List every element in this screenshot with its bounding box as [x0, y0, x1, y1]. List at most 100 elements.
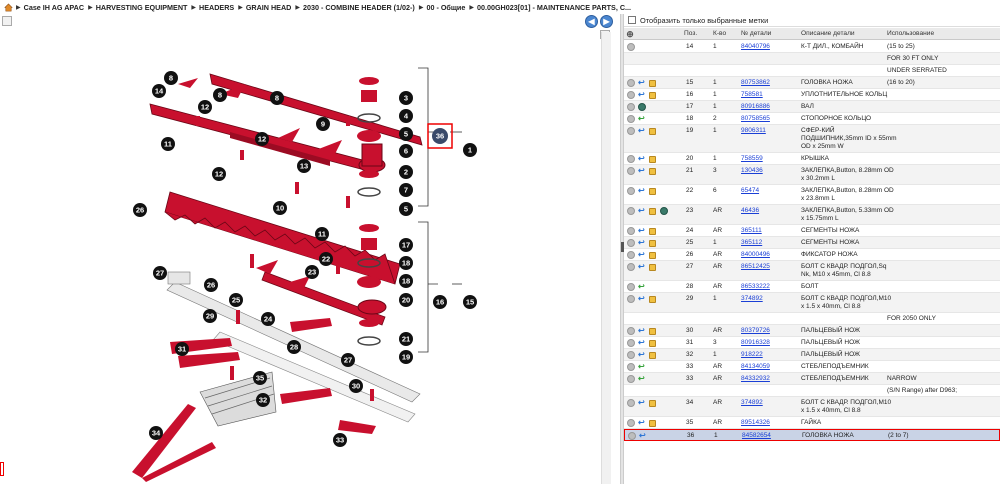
return-arrow-icon[interactable]: ↩ [638, 351, 646, 359]
package-icon[interactable] [649, 91, 656, 99]
callout-26[interactable]: 26 [204, 278, 218, 292]
info-circle-icon[interactable] [627, 263, 635, 271]
part-number-link[interactable]: 89514326 [741, 419, 770, 427]
table-row[interactable]: ↩ 28 AR 86533222 БОЛТ [624, 281, 1000, 293]
callout-3[interactable]: 3 [399, 91, 413, 105]
info-circle-icon[interactable] [627, 339, 635, 347]
breadcrumb-item[interactable]: GRAIN HEAD [246, 3, 292, 12]
table-row[interactable]: (S/N Range) after D963; [624, 385, 1000, 397]
callout-4[interactable]: 4 [399, 109, 413, 123]
return-arrow-icon[interactable]: ↩ [638, 263, 646, 271]
table-row[interactable]: ↩ 24 AR 365111 СЕГМЕНТЫ НОЖА [624, 225, 1000, 237]
callout-layer[interactable]: 1234556788 891011111212121314151617181819… [133, 71, 477, 447]
package-icon[interactable] [649, 207, 656, 215]
info-circle-icon[interactable] [627, 419, 635, 427]
table-row[interactable]: ↩ 33 AR 84332932 СТЕБЛЕПОДЪЕМНИК NARROW [624, 373, 1000, 385]
info-circle-icon[interactable] [627, 155, 635, 163]
callout-10[interactable]: 10 [273, 201, 287, 215]
package-icon[interactable] [649, 227, 656, 235]
add-icon[interactable]: ⊕ [626, 30, 634, 39]
table-row[interactable]: ↩ 18 2 80758565 СТОПОРНОЕ КОЛЬЦО [624, 113, 1000, 125]
callout-31[interactable]: 31 [175, 342, 189, 356]
part-number-link[interactable]: 80753862 [741, 79, 770, 87]
package-icon[interactable] [649, 399, 656, 407]
table-row[interactable]: ↩ 25 1 365112 СЕГМЕНТЫ НОЖА [624, 237, 1000, 249]
diagram-scrollbar[interactable] [601, 32, 611, 484]
info-circle-icon[interactable] [627, 43, 635, 51]
callout-26[interactable]: 26 [133, 203, 147, 217]
package-icon[interactable] [649, 351, 656, 359]
return-arrow-icon[interactable]: ↩ [638, 227, 646, 235]
table-row[interactable]: ↩ 26 AR 84000496 ФИКСАТОР НОЖА [624, 249, 1000, 261]
callout-29[interactable]: 29 [203, 309, 217, 323]
callout-18[interactable]: 18 [399, 274, 413, 288]
info-circle-icon[interactable] [627, 227, 635, 235]
table-row[interactable]: ↩ 15 1 80753862 ГОЛОВКА НОЖА (16 to 20) [624, 77, 1000, 89]
package-icon[interactable] [649, 251, 656, 259]
callout-15[interactable]: 15 [463, 295, 477, 309]
part-number-link[interactable]: 46436 [741, 207, 759, 215]
return-arrow-icon[interactable]: ↩ [638, 207, 646, 215]
globe-icon[interactable] [638, 103, 646, 111]
callout-32[interactable]: 32 [256, 393, 270, 407]
info-circle-icon[interactable] [627, 115, 635, 123]
part-number-link[interactable]: 80916328 [741, 339, 770, 347]
callout-7[interactable]: 7 [399, 183, 413, 197]
callout-8[interactable]: 8 [164, 71, 178, 85]
callout-14[interactable]: 14 [152, 84, 166, 98]
return-arrow-icon[interactable]: ↩ [638, 155, 646, 163]
callout-20[interactable]: 20 [399, 293, 413, 307]
breadcrumb-item[interactable]: HEADERS [199, 3, 234, 12]
callout-27[interactable]: 27 [341, 353, 355, 367]
package-icon[interactable] [649, 187, 656, 195]
callout-24[interactable]: 24 [261, 312, 275, 326]
part-number-link[interactable]: 80758565 [741, 115, 770, 123]
callout-33[interactable]: 33 [333, 433, 347, 447]
return-arrow-icon[interactable]: ↩ [639, 432, 647, 440]
table-row[interactable]: ↩ 29 1 374892 БОЛТ С КВАДР. ПОДГОЛ,M10 x 1.5 … [624, 293, 1000, 313]
table-row[interactable]: ↩ 35 AR 89514326 ГАЙКА [624, 417, 1000, 429]
return-arrow-icon[interactable]: ↩ [638, 91, 646, 99]
part-number-link[interactable]: 84040796 [741, 43, 770, 51]
return-arrow-icon[interactable]: ↩ [638, 295, 646, 303]
table-row[interactable]: ↩ 22 6 65474 ЗАКЛЕПКА,Button, 8.28mm OD x 23.… [624, 185, 1000, 205]
info-circle-icon[interactable] [627, 187, 635, 195]
callout-12[interactable]: 12 [255, 132, 269, 146]
info-circle-icon[interactable] [627, 283, 635, 291]
exploded-parts-diagram[interactable]: 1234556788 891011111212121314151617181819… [0, 32, 600, 482]
callout-2[interactable]: 2 [399, 165, 413, 179]
part-number-link[interactable]: 374892 [741, 399, 763, 407]
col-qty[interactable]: К-во [713, 30, 726, 37]
part-number-link[interactable]: 130436 [741, 167, 763, 175]
callout-1[interactable]: 1 [463, 143, 477, 157]
callout-12[interactable]: 12 [212, 167, 226, 181]
part-number-link[interactable]: 84332932 [741, 375, 770, 383]
info-circle-icon[interactable] [627, 399, 635, 407]
part-number-link[interactable]: 65474 [741, 187, 759, 195]
return-arrow-icon[interactable]: ↩ [638, 419, 646, 427]
table-row[interactable]: ↩ 27 AR 86512425 БОЛТ С КВАДР. ПОДГОЛ,Sq Nk, … [624, 261, 1000, 281]
part-number-link[interactable]: 758581 [741, 91, 763, 99]
info-circle-icon[interactable] [627, 127, 635, 135]
table-row[interactable]: ↩ 33 AR 84134059 СТЕБЛЕПОДЪЕМНИК [624, 361, 1000, 373]
callout-5[interactable]: 5 [399, 202, 413, 216]
table-row[interactable]: ↩ 19 1 9806311 СФЕР-КИЙ ПОДШИПНИК,35mm ID x 5… [624, 125, 1000, 153]
return-arrow-icon[interactable]: ↩ [638, 399, 646, 407]
table-row[interactable]: ↩ 30 AR 80379726 ПАЛЬЦЕВЫЙ НОЖ [624, 325, 1000, 337]
callout-25[interactable]: 25 [229, 293, 243, 307]
forward-arrow-icon[interactable]: ▶ [600, 15, 613, 28]
part-number-link[interactable]: 365111 [741, 227, 762, 235]
info-circle-icon[interactable] [627, 91, 635, 99]
col-pos[interactable]: Поз. [684, 30, 697, 37]
info-circle-icon[interactable] [627, 79, 635, 87]
breadcrumb-item[interactable]: 00.00GH023[01] - MAINTENANCE PARTS, C... [477, 3, 631, 12]
callout-34[interactable]: 34 [149, 426, 163, 440]
breadcrumb-item[interactable]: 00 - Общие [426, 3, 465, 12]
callout-13[interactable]: 13 [297, 159, 311, 173]
info-circle-icon[interactable] [627, 327, 635, 335]
part-number-link[interactable]: 374892 [741, 295, 763, 303]
package-icon[interactable] [649, 79, 656, 87]
table-row[interactable]: 17 1 80916886 ВАЛ [624, 101, 1000, 113]
package-icon[interactable] [649, 339, 656, 347]
replace-arrow-icon[interactable]: ↩ [638, 375, 646, 383]
